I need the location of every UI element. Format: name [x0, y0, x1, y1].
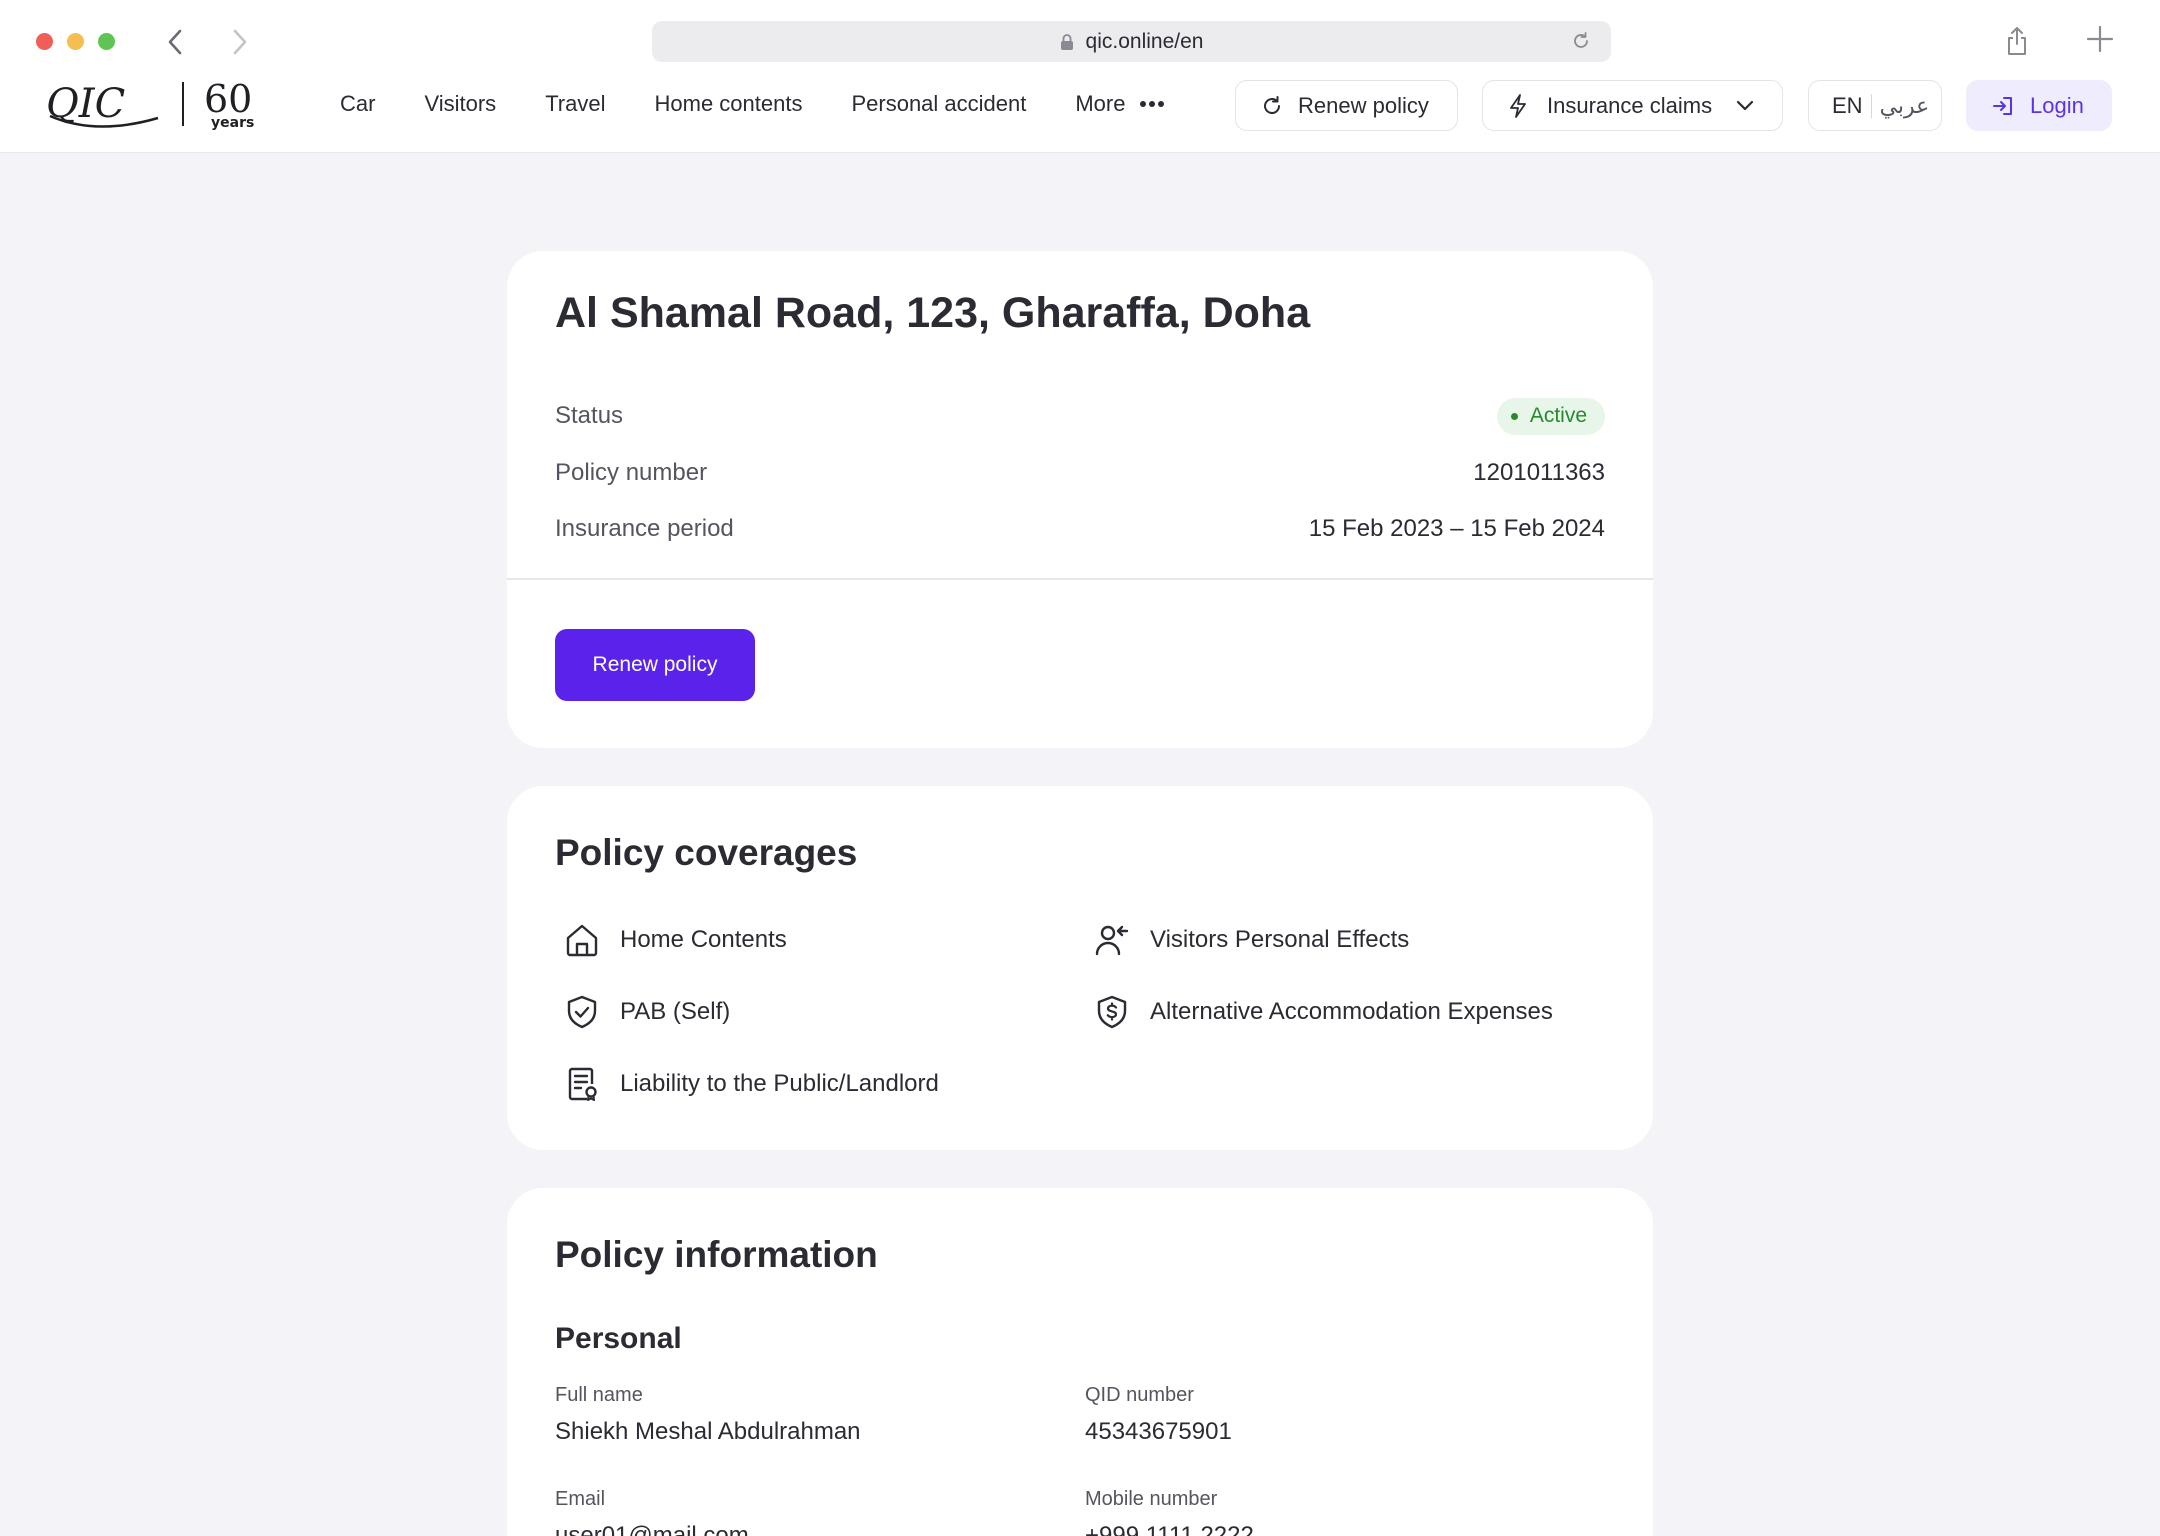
- renew-policy-button[interactable]: Renew policy: [555, 629, 755, 701]
- qid-number-field: QID number 45343675901: [1085, 1384, 1232, 1446]
- status-label: Status: [555, 402, 624, 429]
- email-field: Email user01@mail.com: [555, 1488, 749, 1536]
- insurance-period-value: 15 Feb 2023 – 15 Feb 2024: [1308, 515, 1605, 542]
- header-renew-policy-button[interactable]: Renew policy: [1235, 80, 1458, 131]
- coverage-item-liability: Liability to the Public/Landlord: [562, 1064, 939, 1104]
- insurance-period-label: Insurance period: [555, 515, 734, 542]
- home-icon: [562, 920, 602, 960]
- share-button[interactable]: [2006, 26, 2028, 61]
- mobile-number-label: Mobile number: [1085, 1488, 1218, 1510]
- policy-address-title: Al Shamal Road, 123, Gharaffa, Doha: [555, 289, 1311, 337]
- login-label: Login: [2030, 92, 2084, 118]
- refresh-icon: [1264, 95, 1280, 114]
- policy-number-value: 1201011363: [1473, 459, 1605, 486]
- plus-icon: [2086, 25, 2114, 53]
- policy-information-card: Policy information Personal Full name Sh…: [507, 1188, 1653, 1536]
- shield-dollar-icon: [1092, 992, 1132, 1032]
- nav-link-visitors[interactable]: Visitors: [424, 91, 496, 117]
- full-name-value: Shiekh Meshal Abdulrahman: [555, 1418, 861, 1445]
- url-text: qic.online/en: [1085, 29, 1204, 53]
- policy-information-title: Policy information: [555, 1234, 878, 1275]
- insurance-claims-dropdown[interactable]: Insurance claims: [1482, 80, 1783, 131]
- language-switcher[interactable]: EN عربي: [1808, 80, 1942, 131]
- main-navigation: Car Visitors Travel Home contents Person…: [340, 91, 1165, 117]
- status-badge: Active: [1496, 397, 1605, 435]
- chevron-right-icon: [233, 29, 247, 55]
- coverages-title: Policy coverages: [555, 832, 858, 873]
- policy-number-row: Policy number 1201011363: [555, 454, 1605, 492]
- mobile-number-field: Mobile number +999 1111 2222: [1085, 1488, 1254, 1536]
- qic-60-years-logo[interactable]: QIC 60 years: [46, 77, 266, 131]
- mobile-number-value: +999 1111 2222: [1085, 1522, 1254, 1536]
- policy-coverages-card: Policy coverages Home Contents Visitors …: [507, 786, 1653, 1150]
- zoom-window-button[interactable]: [98, 33, 115, 50]
- header-renew-policy-label: Renew policy: [1298, 92, 1429, 118]
- lang-en-option[interactable]: EN: [1832, 93, 1863, 119]
- policy-number-label: Policy number: [555, 459, 708, 486]
- nav-link-home-contents[interactable]: Home contents: [655, 91, 803, 117]
- svg-text:years: years: [211, 115, 254, 130]
- minimize-window-button[interactable]: [67, 33, 84, 50]
- coverage-item-alternative-accommodation: Alternative Accommodation Expenses: [1092, 992, 1553, 1032]
- insurance-claims-label: Insurance claims: [1547, 92, 1713, 118]
- full-name-field: Full name Shiekh Meshal Abdulrahman: [555, 1384, 861, 1446]
- share-icon: [2008, 27, 2026, 55]
- coverage-item-home-contents: Home Contents: [562, 920, 787, 960]
- browser-toolbar: qic.online/en QIC 60 years Car Visitors …: [0, 0, 2160, 153]
- back-button[interactable]: [160, 24, 190, 60]
- email-label: Email: [555, 1488, 606, 1510]
- close-window-button[interactable]: [36, 33, 53, 50]
- chevron-left-icon: [168, 29, 182, 55]
- document-icon: [562, 1064, 602, 1104]
- address-bar[interactable]: qic.online/en: [652, 21, 1611, 62]
- language-divider: [1870, 93, 1872, 118]
- nav-more-menu[interactable]: More: [1075, 91, 1165, 117]
- chevron-down-icon: [1736, 100, 1754, 112]
- reload-icon[interactable]: [1571, 31, 1591, 51]
- nav-link-travel[interactable]: Travel: [545, 91, 605, 117]
- shield-check-icon: [562, 992, 602, 1032]
- window-controls: [36, 33, 115, 50]
- login-icon: [1993, 96, 2012, 115]
- policy-summary-card: Al Shamal Road, 123, Gharaffa, Doha Stat…: [507, 251, 1653, 748]
- coverage-item-visitors-personal-effects: Visitors Personal Effects: [1092, 920, 1409, 960]
- coverage-label: Home Contents: [620, 926, 787, 953]
- status-row: Status Active: [555, 397, 1605, 435]
- status-dot-icon: [1510, 412, 1518, 420]
- coverage-label: Alternative Accommodation Expenses: [1150, 998, 1553, 1025]
- user-arrow-icon: [1092, 920, 1132, 960]
- forward-button[interactable]: [225, 24, 255, 60]
- login-button[interactable]: Login: [1966, 80, 2112, 131]
- coverage-item-pab-self: PAB (Self): [562, 992, 730, 1032]
- coverage-label: PAB (Self): [620, 998, 731, 1025]
- nav-link-car[interactable]: Car: [340, 91, 375, 117]
- nav-more-label: More: [1075, 91, 1126, 116]
- nav-link-personal-accident[interactable]: Personal accident: [851, 91, 1026, 117]
- lock-icon: [1060, 33, 1074, 51]
- email-value: user01@mail.com: [555, 1522, 749, 1536]
- card-divider: [507, 578, 1653, 580]
- insurance-period-row: Insurance period 15 Feb 2023 – 15 Feb 20…: [555, 510, 1605, 548]
- full-name-label: Full name: [555, 1384, 643, 1406]
- new-tab-button[interactable]: [2085, 24, 2115, 59]
- coverage-label: Visitors Personal Effects: [1150, 926, 1410, 953]
- qid-number-value: 45343675901: [1085, 1418, 1232, 1445]
- lightning-icon: [1510, 93, 1526, 118]
- coverage-label: Liability to the Public/Landlord: [620, 1070, 939, 1097]
- more-dots-icon: [1140, 101, 1165, 107]
- lang-ar-option[interactable]: عربي: [1880, 93, 1930, 119]
- status-value: Active: [1529, 404, 1587, 427]
- personal-section-title: Personal: [555, 1322, 682, 1355]
- qid-number-label: QID number: [1085, 1384, 1194, 1406]
